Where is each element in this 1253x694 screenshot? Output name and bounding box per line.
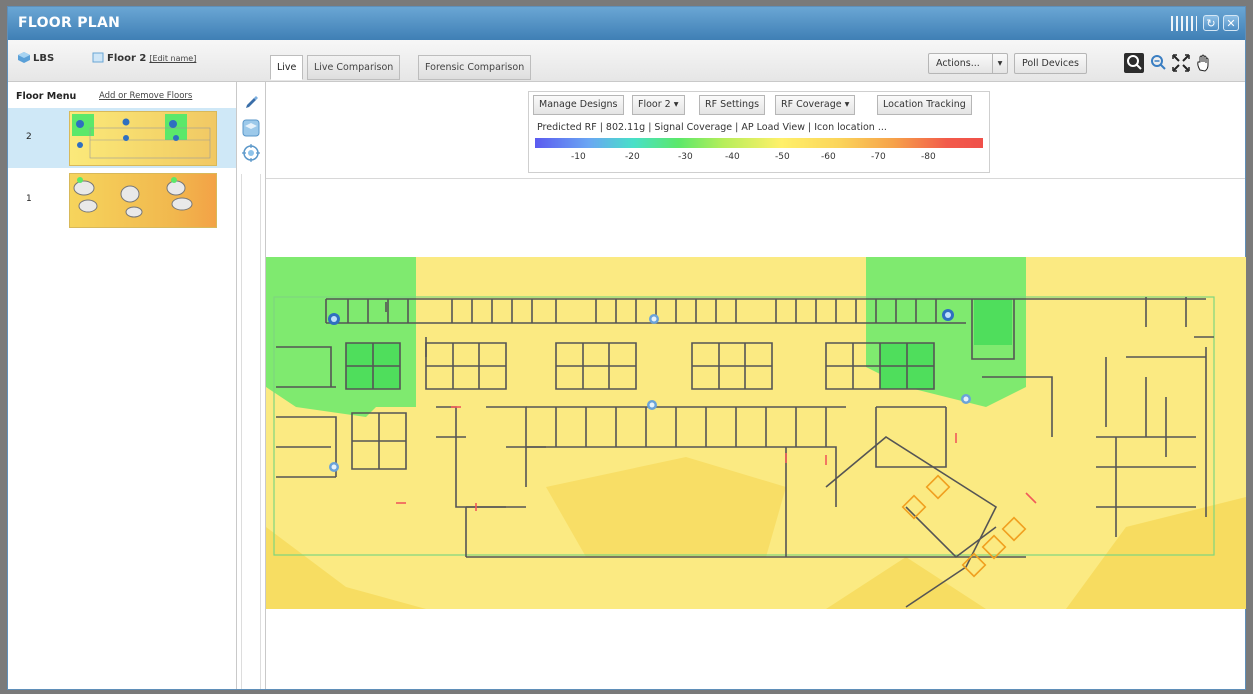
manage-designs-button[interactable]: Manage Designs [533,95,624,115]
refresh-icon[interactable]: ↻ [1203,15,1219,31]
zoom-in-icon[interactable] [1124,53,1144,73]
cube-icon [18,52,30,63]
poll-devices-button[interactable]: Poll Devices [1014,53,1087,74]
floor-thumbnail[interactable] [69,111,217,166]
toolbar: LBS Floor 2 [Edit name] Live Live Compari… [8,40,1245,82]
legend-tick: -10 [571,152,586,162]
floor-row-2[interactable]: 2 [8,108,236,168]
legend-tick: -20 [625,152,640,162]
floor-select-dropdown[interactable]: Floor 2 ▾ [632,95,685,115]
legend-tick: -50 [775,152,790,162]
rf-coverage-dropdown[interactable]: RF Coverage ▾ [775,95,856,115]
location-tracking-button[interactable]: Location Tracking [877,95,972,115]
rf-status-line: Predicted RF | 802.11g | Signal Coverage… [537,122,887,133]
floor-thumbnail[interactable] [69,173,217,228]
window-title: FLOOR PLAN [18,15,121,31]
access-point-icon[interactable] [961,394,971,404]
tab-live[interactable]: Live [270,55,304,80]
scroll-track[interactable] [241,174,261,689]
coverage-strong-zone [266,257,416,417]
crumb-site-label: LBS [33,53,55,64]
grip-icon[interactable] [1171,16,1197,31]
zoom-out-icon[interactable] [1148,53,1168,73]
side-tool-strip [237,82,266,689]
breadcrumb-floor[interactable]: Floor 2 [Edit name] [92,52,196,64]
crumb-floor-label: Floor 2 [107,53,147,64]
floor-menu-title: Floor Menu [16,91,77,102]
edit-name-link[interactable]: [Edit name] [149,54,196,63]
hand-icon[interactable] [1194,53,1214,73]
chevron-down-icon[interactable]: ▾ [992,54,1007,73]
coverage-strong-zone [974,299,1012,345]
legend-tick: -80 [921,152,936,162]
legend-tick: -40 [725,152,740,162]
legend-tick: -30 [678,152,693,162]
floor-icon [92,52,104,63]
target-icon[interactable] [242,144,260,162]
signal-legend-bar [535,138,983,148]
breadcrumb-site[interactable]: LBS [18,52,54,64]
pencil-icon[interactable] [243,95,259,111]
floor-plan-window: FLOOR PLAN ↻ ✕ LBS Floor 2 [Edit name] Li… [7,6,1246,690]
access-point-icon[interactable] [329,462,339,472]
layers-icon[interactable] [242,119,260,137]
floor-menu-panel: Floor Menu Add or Remove Floors 2 1 [8,82,237,689]
actions-button[interactable]: Actions... ▾ [928,53,1008,74]
legend-tick: -70 [871,152,886,162]
floor-plan-canvas[interactable]: Manage Designs Floor 2 ▾ RF Settings RF … [266,82,1246,689]
rf-settings-button[interactable]: RF Settings [699,95,766,115]
fit-screen-icon[interactable] [1171,53,1191,73]
title-bar: FLOOR PLAN ↻ ✕ [8,7,1245,40]
floor-row-1[interactable]: 1 [8,170,236,230]
legend-tick: -60 [821,152,836,162]
access-point-icon[interactable] [328,313,340,325]
access-point-icon[interactable] [942,309,954,321]
actions-label: Actions... [936,58,980,69]
heatmap-floor-plan [266,257,1246,609]
access-point-icon[interactable] [649,314,659,324]
add-remove-floors-link[interactable]: Add or Remove Floors [99,91,192,101]
floor-number: 2 [26,132,32,142]
canvas-divider [266,178,1245,179]
close-icon[interactable]: ✕ [1223,15,1239,31]
floor-number: 1 [26,194,32,204]
tab-forensic-comparison[interactable]: Forensic Comparison [418,55,532,80]
access-point-icon[interactable] [647,400,657,410]
tab-live-comparison[interactable]: Live Comparison [307,55,401,80]
rf-control-panel: Manage Designs Floor 2 ▾ RF Settings RF … [528,91,990,173]
